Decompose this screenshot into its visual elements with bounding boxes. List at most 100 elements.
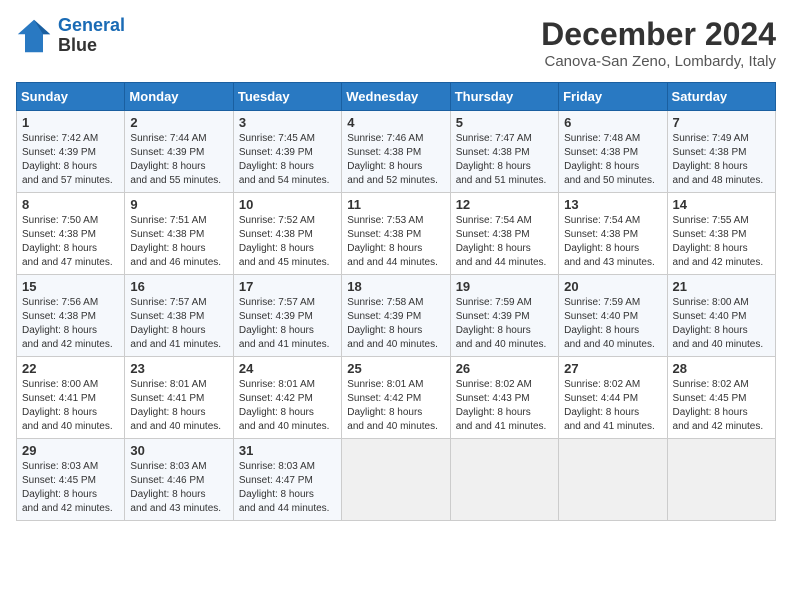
day-number: 31 bbox=[239, 443, 336, 458]
day-cell: 31 Sunrise: 8:03 AMSunset: 4:47 PMDaylig… bbox=[233, 439, 341, 521]
week-row-4: 22 Sunrise: 8:00 AMSunset: 4:41 PMDaylig… bbox=[17, 357, 776, 439]
day-number: 4 bbox=[347, 115, 444, 130]
day-number: 23 bbox=[130, 361, 227, 376]
day-info: Sunrise: 7:58 AMSunset: 4:39 PMDaylight:… bbox=[347, 296, 444, 352]
week-row-2: 8 Sunrise: 7:50 AMSunset: 4:38 PMDayligh… bbox=[17, 193, 776, 275]
day-info: Sunrise: 8:02 AMSunset: 4:43 PMDaylight:… bbox=[456, 378, 553, 434]
day-cell: 28 Sunrise: 8:02 AMSunset: 4:45 PMDaylig… bbox=[667, 357, 775, 439]
day-info: Sunrise: 7:42 AMSunset: 4:39 PMDaylight:… bbox=[22, 132, 119, 188]
day-number: 8 bbox=[22, 197, 119, 212]
day-cell: 21 Sunrise: 8:00 AMSunset: 4:40 PMDaylig… bbox=[667, 275, 775, 357]
day-number: 24 bbox=[239, 361, 336, 376]
week-row-3: 15 Sunrise: 7:56 AMSunset: 4:38 PMDaylig… bbox=[17, 275, 776, 357]
day-cell: 23 Sunrise: 8:01 AMSunset: 4:41 PMDaylig… bbox=[125, 357, 233, 439]
day-cell: 17 Sunrise: 7:57 AMSunset: 4:39 PMDaylig… bbox=[233, 275, 341, 357]
weekday-header-row: SundayMondayTuesdayWednesdayThursdayFrid… bbox=[17, 83, 776, 111]
day-number: 17 bbox=[239, 279, 336, 294]
location-title: Canova-San Zeno, Lombardy, Italy bbox=[541, 53, 776, 70]
day-cell: 16 Sunrise: 7:57 AMSunset: 4:38 PMDaylig… bbox=[125, 275, 233, 357]
day-number: 19 bbox=[456, 279, 553, 294]
day-info: Sunrise: 8:01 AMSunset: 4:42 PMDaylight:… bbox=[239, 378, 336, 434]
weekday-header-wednesday: Wednesday bbox=[342, 83, 450, 111]
day-number: 27 bbox=[564, 361, 661, 376]
day-number: 22 bbox=[22, 361, 119, 376]
day-info: Sunrise: 7:49 AMSunset: 4:38 PMDaylight:… bbox=[673, 132, 770, 188]
day-cell: 12 Sunrise: 7:54 AMSunset: 4:38 PMDaylig… bbox=[450, 193, 558, 275]
logo-blue: Blue bbox=[58, 35, 97, 55]
day-info: Sunrise: 7:54 AMSunset: 4:38 PMDaylight:… bbox=[564, 214, 661, 270]
day-info: Sunrise: 7:50 AMSunset: 4:38 PMDaylight:… bbox=[22, 214, 119, 270]
day-number: 18 bbox=[347, 279, 444, 294]
day-number: 3 bbox=[239, 115, 336, 130]
day-number: 5 bbox=[456, 115, 553, 130]
logo-icon bbox=[16, 18, 52, 54]
weekday-header-saturday: Saturday bbox=[667, 83, 775, 111]
day-number: 11 bbox=[347, 197, 444, 212]
day-cell: 8 Sunrise: 7:50 AMSunset: 4:38 PMDayligh… bbox=[17, 193, 125, 275]
day-cell: 1 Sunrise: 7:42 AMSunset: 4:39 PMDayligh… bbox=[17, 111, 125, 193]
logo-general: General bbox=[58, 15, 125, 35]
day-cell: 6 Sunrise: 7:48 AMSunset: 4:38 PMDayligh… bbox=[559, 111, 667, 193]
day-info: Sunrise: 8:02 AMSunset: 4:45 PMDaylight:… bbox=[673, 378, 770, 434]
day-info: Sunrise: 7:57 AMSunset: 4:39 PMDaylight:… bbox=[239, 296, 336, 352]
weekday-header-tuesday: Tuesday bbox=[233, 83, 341, 111]
day-number: 10 bbox=[239, 197, 336, 212]
day-info: Sunrise: 7:51 AMSunset: 4:38 PMDaylight:… bbox=[130, 214, 227, 270]
day-cell: 25 Sunrise: 8:01 AMSunset: 4:42 PMDaylig… bbox=[342, 357, 450, 439]
day-info: Sunrise: 7:53 AMSunset: 4:38 PMDaylight:… bbox=[347, 214, 444, 270]
day-cell bbox=[450, 439, 558, 521]
day-info: Sunrise: 7:55 AMSunset: 4:38 PMDaylight:… bbox=[673, 214, 770, 270]
day-info: Sunrise: 7:56 AMSunset: 4:38 PMDaylight:… bbox=[22, 296, 119, 352]
day-info: Sunrise: 8:03 AMSunset: 4:45 PMDaylight:… bbox=[22, 460, 119, 516]
day-cell: 30 Sunrise: 8:03 AMSunset: 4:46 PMDaylig… bbox=[125, 439, 233, 521]
day-number: 6 bbox=[564, 115, 661, 130]
title-area: December 2024 Canova-San Zeno, Lombardy,… bbox=[541, 16, 776, 70]
day-number: 14 bbox=[673, 197, 770, 212]
day-cell: 27 Sunrise: 8:02 AMSunset: 4:44 PMDaylig… bbox=[559, 357, 667, 439]
day-number: 25 bbox=[347, 361, 444, 376]
day-cell: 5 Sunrise: 7:47 AMSunset: 4:38 PMDayligh… bbox=[450, 111, 558, 193]
day-cell bbox=[667, 439, 775, 521]
day-info: Sunrise: 7:44 AMSunset: 4:39 PMDaylight:… bbox=[130, 132, 227, 188]
day-info: Sunrise: 7:48 AMSunset: 4:38 PMDaylight:… bbox=[564, 132, 661, 188]
day-number: 7 bbox=[673, 115, 770, 130]
day-cell bbox=[342, 439, 450, 521]
weekday-header-sunday: Sunday bbox=[17, 83, 125, 111]
day-cell: 3 Sunrise: 7:45 AMSunset: 4:39 PMDayligh… bbox=[233, 111, 341, 193]
day-info: Sunrise: 8:01 AMSunset: 4:41 PMDaylight:… bbox=[130, 378, 227, 434]
day-info: Sunrise: 8:00 AMSunset: 4:41 PMDaylight:… bbox=[22, 378, 119, 434]
day-number: 29 bbox=[22, 443, 119, 458]
day-number: 1 bbox=[22, 115, 119, 130]
day-info: Sunrise: 8:02 AMSunset: 4:44 PMDaylight:… bbox=[564, 378, 661, 434]
day-cell: 20 Sunrise: 7:59 AMSunset: 4:40 PMDaylig… bbox=[559, 275, 667, 357]
day-cell: 24 Sunrise: 8:01 AMSunset: 4:42 PMDaylig… bbox=[233, 357, 341, 439]
day-info: Sunrise: 8:03 AMSunset: 4:47 PMDaylight:… bbox=[239, 460, 336, 516]
day-info: Sunrise: 7:45 AMSunset: 4:39 PMDaylight:… bbox=[239, 132, 336, 188]
day-cell: 29 Sunrise: 8:03 AMSunset: 4:45 PMDaylig… bbox=[17, 439, 125, 521]
day-number: 2 bbox=[130, 115, 227, 130]
day-number: 9 bbox=[130, 197, 227, 212]
day-info: Sunrise: 7:52 AMSunset: 4:38 PMDaylight:… bbox=[239, 214, 336, 270]
day-cell: 26 Sunrise: 8:02 AMSunset: 4:43 PMDaylig… bbox=[450, 357, 558, 439]
day-info: Sunrise: 8:00 AMSunset: 4:40 PMDaylight:… bbox=[673, 296, 770, 352]
day-info: Sunrise: 7:54 AMSunset: 4:38 PMDaylight:… bbox=[456, 214, 553, 270]
day-cell: 7 Sunrise: 7:49 AMSunset: 4:38 PMDayligh… bbox=[667, 111, 775, 193]
day-info: Sunrise: 8:01 AMSunset: 4:42 PMDaylight:… bbox=[347, 378, 444, 434]
week-row-1: 1 Sunrise: 7:42 AMSunset: 4:39 PMDayligh… bbox=[17, 111, 776, 193]
day-cell: 19 Sunrise: 7:59 AMSunset: 4:39 PMDaylig… bbox=[450, 275, 558, 357]
day-info: Sunrise: 7:59 AMSunset: 4:40 PMDaylight:… bbox=[564, 296, 661, 352]
day-info: Sunrise: 7:47 AMSunset: 4:38 PMDaylight:… bbox=[456, 132, 553, 188]
weekday-header-monday: Monday bbox=[125, 83, 233, 111]
day-number: 12 bbox=[456, 197, 553, 212]
day-number: 28 bbox=[673, 361, 770, 376]
day-number: 16 bbox=[130, 279, 227, 294]
day-cell: 2 Sunrise: 7:44 AMSunset: 4:39 PMDayligh… bbox=[125, 111, 233, 193]
day-number: 30 bbox=[130, 443, 227, 458]
day-cell: 9 Sunrise: 7:51 AMSunset: 4:38 PMDayligh… bbox=[125, 193, 233, 275]
day-info: Sunrise: 8:03 AMSunset: 4:46 PMDaylight:… bbox=[130, 460, 227, 516]
day-number: 20 bbox=[564, 279, 661, 294]
day-number: 26 bbox=[456, 361, 553, 376]
logo: General Blue bbox=[16, 16, 125, 56]
header: General Blue December 2024 Canova-San Ze… bbox=[16, 16, 776, 70]
week-row-5: 29 Sunrise: 8:03 AMSunset: 4:45 PMDaylig… bbox=[17, 439, 776, 521]
